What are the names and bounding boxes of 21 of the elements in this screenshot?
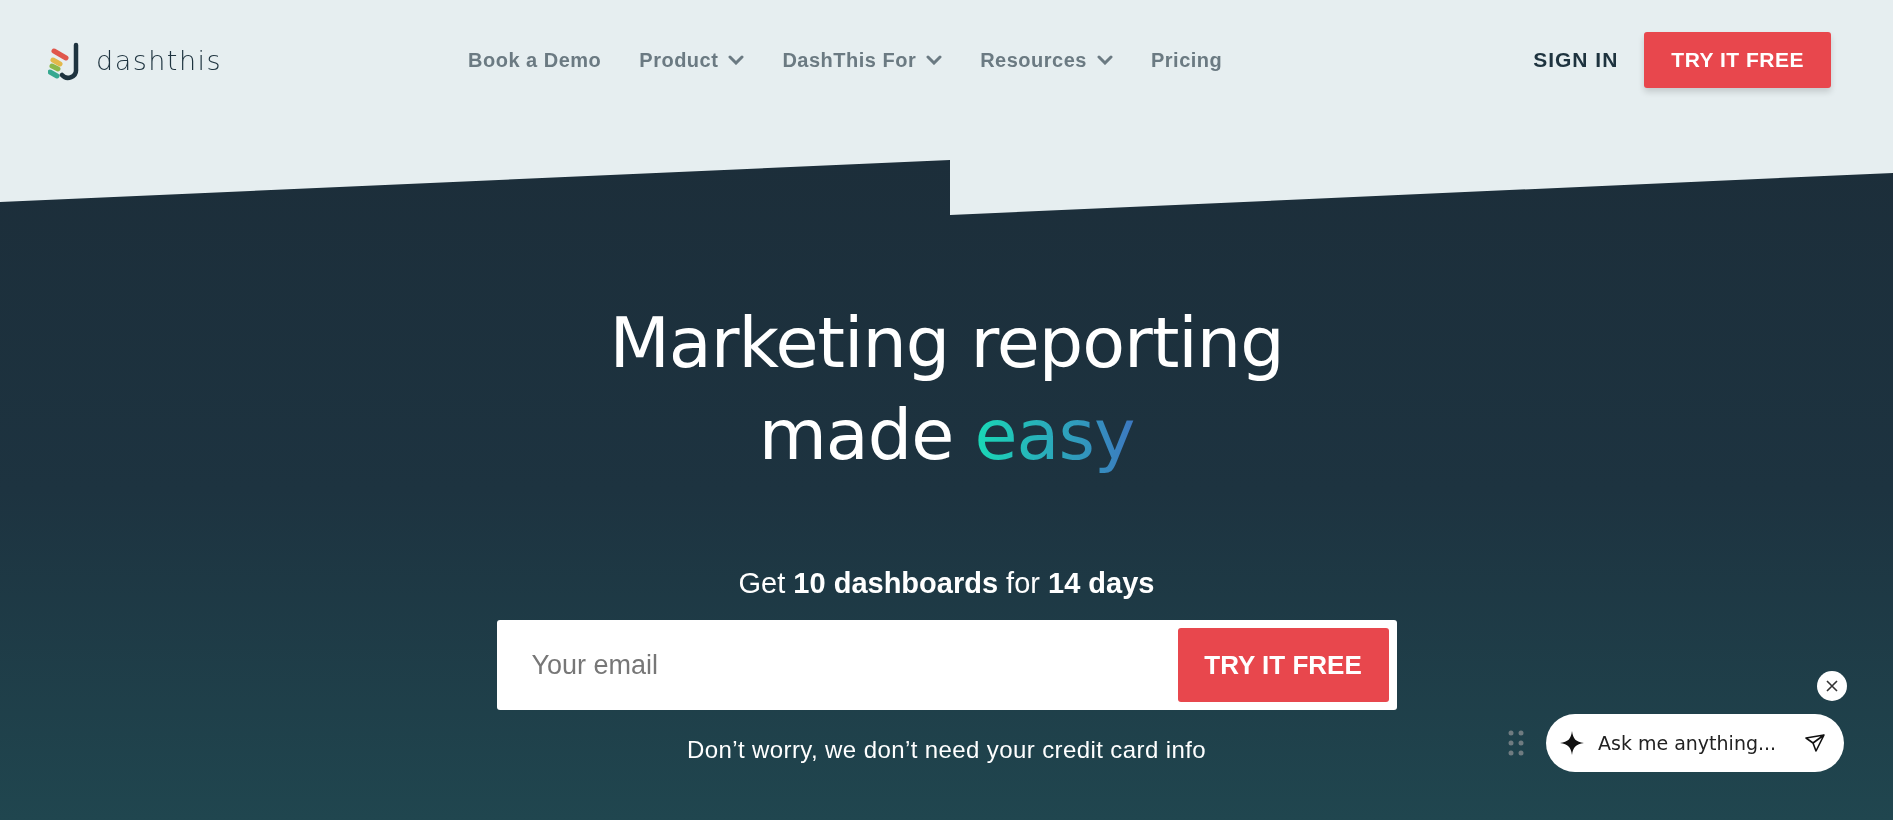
nav-link[interactable]: Resources (980, 48, 1113, 72)
submit-button[interactable]: TRY IT FREE (1177, 628, 1389, 702)
try-free-button[interactable]: TRY IT FREE (1644, 32, 1831, 88)
nav-link[interactable]: Product (639, 48, 745, 72)
credit-card-note: Don’t worry, we don’t need your credit card info (687, 736, 1206, 764)
chevron-down-icon (926, 55, 943, 65)
headline: Marketing reporting made easy (609, 301, 1284, 478)
send-icon[interactable] (1804, 733, 1826, 753)
nav-link[interactable]: Book a Demo (468, 48, 602, 72)
nav-link[interactable]: Pricing (1150, 48, 1223, 72)
chevron-down-icon (1096, 55, 1113, 65)
drag-handle-icon[interactable] (1508, 730, 1524, 756)
chat-input-field[interactable]: Ask me anything... (1546, 714, 1844, 772)
nav-link[interactable]: DashThis For (782, 48, 943, 72)
email-input[interactable]: Your email (529, 648, 1170, 682)
close-icon[interactable] (1825, 679, 1839, 693)
offer-text: Get 10 dashboards for 14 days (738, 567, 1155, 600)
chevron-down-icon (728, 55, 745, 65)
sparkle-icon (1560, 731, 1584, 755)
sign-in-link[interactable]: SIGN IN (1533, 48, 1619, 72)
logo-text[interactable]: dashthis (96, 44, 223, 76)
